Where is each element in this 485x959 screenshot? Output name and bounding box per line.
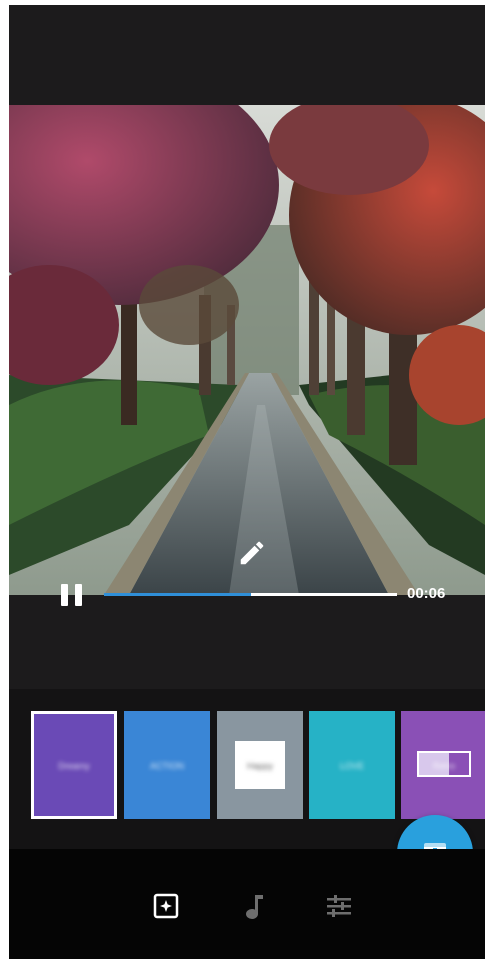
video-preview[interactable] — [9, 105, 485, 595]
bottom-toolbar — [9, 849, 485, 959]
pause-icon — [61, 584, 68, 606]
theme-label: ACTION — [149, 761, 184, 771]
sliders-icon — [327, 895, 351, 917]
playback-controls: 00:06 — [9, 573, 485, 613]
theme-label: LOVE — [339, 761, 364, 771]
theme-label: Dreamy — [58, 761, 90, 771]
pencil-icon[interactable] — [237, 538, 267, 568]
tab-music[interactable] — [237, 889, 271, 923]
theme-item-action[interactable]: ACTION — [124, 711, 210, 819]
spacer-area — [9, 613, 485, 689]
app-screen: 00:06 Dreamy ACTION Happy LOVE Retro — [9, 5, 485, 959]
theme-label: Retro — [432, 761, 455, 771]
theme-item-happy[interactable]: Happy — [217, 711, 303, 819]
progress-bar[interactable] — [104, 593, 397, 596]
theme-item-love[interactable]: LOVE — [309, 711, 395, 819]
progress-fill — [104, 593, 251, 596]
pause-button[interactable] — [59, 581, 87, 609]
theme-label: Happy — [246, 761, 273, 771]
tab-themes[interactable] — [149, 889, 183, 923]
video-frame-image — [9, 105, 485, 595]
tab-adjust[interactable] — [322, 889, 356, 923]
playback-time: 00:06 — [407, 585, 446, 602]
photo-sparkle-icon — [153, 893, 179, 919]
theme-item-dreamy[interactable]: Dreamy — [31, 711, 117, 819]
music-note-icon — [246, 895, 263, 919]
theme-item-retro[interactable]: Retro — [401, 711, 485, 819]
